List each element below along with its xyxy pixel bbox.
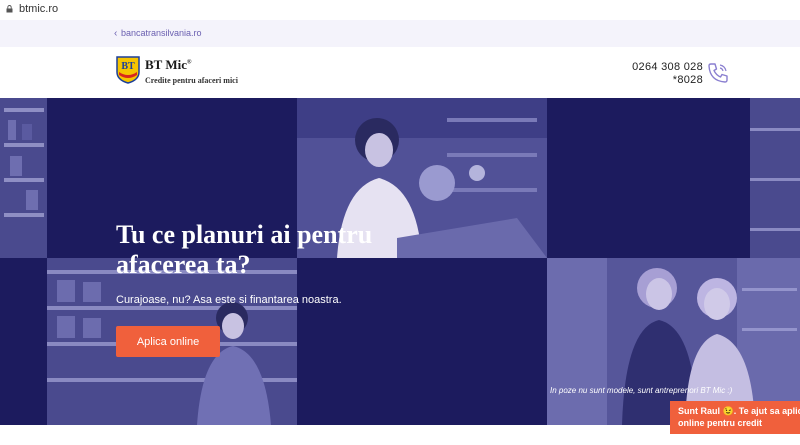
two-women-photo xyxy=(547,258,800,425)
apply-online-button[interactable]: Aplica online xyxy=(116,326,220,357)
breadcrumb: ‹ bancatransilvania.ro xyxy=(0,20,800,48)
hero-headline: Tu ce planuri ai pentru afacerea ta? xyxy=(116,220,416,280)
bt-logo-icon[interactable]: BT xyxy=(116,56,140,84)
browser-address-bar[interactable]: btmic.ro xyxy=(0,0,800,21)
phone-icon[interactable] xyxy=(706,61,730,85)
brand-mark: ® xyxy=(187,59,192,66)
headline-line-1: Tu ce planuri ai pentru xyxy=(116,220,373,249)
short-phone-number[interactable]: *8028 xyxy=(673,74,703,86)
wink-emoji-icon: 😉 xyxy=(722,406,734,416)
bancatransilvania-link[interactable]: bancatransilvania.ro xyxy=(121,28,202,38)
hero-subtitle: Curajoase, nu? Asa este si finantarea no… xyxy=(116,294,342,306)
photo-caption: In poze nu sunt modele, sunt antreprenor… xyxy=(550,386,733,395)
chat-line-1-rest: . Te ajut sa aplici xyxy=(733,406,800,416)
chevron-left-icon[interactable]: ‹ xyxy=(114,28,117,39)
brand-tagline: Credite pentru afaceri mici xyxy=(145,76,238,85)
chat-widget[interactable]: Sunt Raul 😉. Te ajut sa aplici online pe… xyxy=(670,401,800,434)
headline-line-2: afacerea ta? xyxy=(116,250,251,279)
brand-name[interactable]: BT Mic® xyxy=(145,57,192,73)
brand-text: BT Mic xyxy=(145,57,188,72)
chat-line-1: Sunt Raul 😉. Te ajut sa aplici xyxy=(678,405,800,417)
phone-number[interactable]: 0264 308 028 xyxy=(632,61,703,73)
url-text[interactable]: btmic.ro xyxy=(19,3,58,15)
shelves-strip-photo xyxy=(750,98,800,258)
chat-greeting: Sunt Raul xyxy=(678,406,720,416)
shop-shelves-photo xyxy=(0,98,47,258)
chat-line-2: online pentru credit xyxy=(678,418,763,428)
logo-letters: BT xyxy=(121,61,135,72)
lock-icon xyxy=(6,5,13,13)
